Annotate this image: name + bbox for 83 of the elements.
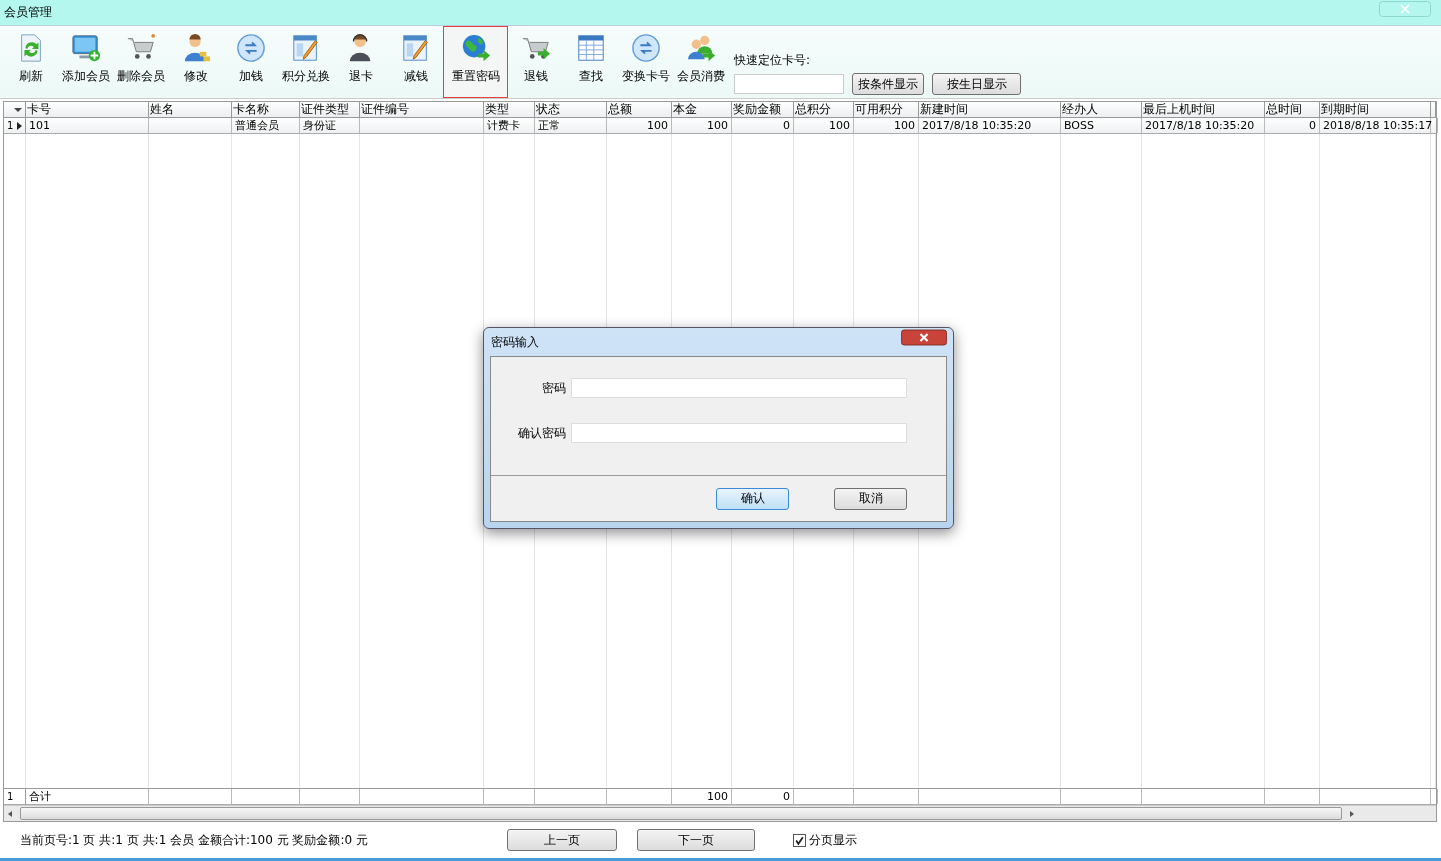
table-cell: 身份证 bbox=[303, 119, 336, 132]
table-cell: 100 bbox=[894, 119, 915, 132]
column-header[interactable]: 新建时间 bbox=[919, 102, 1061, 118]
cycle-arrows-icon bbox=[235, 33, 266, 63]
dialog-button[interactable]: 确认 bbox=[716, 487, 789, 510]
column-header[interactable]: 经办人 bbox=[1061, 102, 1142, 118]
page-button[interactable]: 上一页 bbox=[507, 829, 617, 851]
toolbar-button[interactable]: 减钱 bbox=[388, 26, 443, 98]
column-header[interactable]: 到期时间 bbox=[1320, 102, 1431, 118]
column-header[interactable]: 证件编号 bbox=[360, 102, 484, 118]
column-header[interactable]: 可用积分 bbox=[854, 102, 919, 118]
column-header[interactable]: 总额 bbox=[607, 102, 672, 118]
table-cell: 0 bbox=[783, 790, 790, 803]
toolbar-button[interactable]: 加钱 bbox=[223, 26, 278, 98]
scroll-left-icon[interactable] bbox=[8, 810, 12, 817]
dialog-title: 密码输入 bbox=[491, 333, 539, 351]
toolbar-button[interactable]: 修改 bbox=[168, 26, 223, 98]
form-pencil-icon bbox=[290, 33, 321, 63]
row-number: 1 bbox=[7, 120, 14, 131]
card-number-field[interactable] bbox=[734, 74, 844, 94]
column-header[interactable]: 总积分 bbox=[794, 102, 854, 118]
people-arrow-icon bbox=[685, 33, 716, 63]
column-header[interactable]: 状态 bbox=[535, 102, 607, 118]
toolbar-button[interactable]: 会员消费 bbox=[673, 26, 728, 98]
form-pencil-icon bbox=[400, 33, 431, 63]
status-summary: 当前页号:1 页 共:1 页 共:1 会员 金额合计:100 元 奖励金额:0 元 bbox=[20, 831, 369, 849]
scroll-right-icon[interactable] bbox=[1350, 810, 1354, 817]
toolbar-button[interactable]: 积分兑换 bbox=[278, 26, 333, 98]
column-header[interactable]: 姓名 bbox=[149, 102, 232, 118]
toolbar-button[interactable]: 添加会员 bbox=[58, 26, 113, 98]
toolbar-button[interactable]: 删除会员 bbox=[113, 26, 168, 98]
window-title: 会员管理 bbox=[4, 4, 52, 21]
column-header[interactable]: 卡号 bbox=[26, 102, 149, 118]
dropdown-arrow-icon bbox=[14, 107, 22, 112]
checkbox[interactable] bbox=[793, 833, 806, 847]
table-grid-icon bbox=[575, 33, 606, 63]
table-cell: 普通会员 bbox=[235, 119, 279, 132]
column-header[interactable]: 总时间 bbox=[1265, 102, 1320, 118]
close-icon[interactable] bbox=[901, 328, 947, 346]
table-cell: BOSS bbox=[1064, 119, 1094, 132]
monitor-plus-icon bbox=[70, 33, 101, 63]
toolbar-button[interactable]: 查找 bbox=[563, 26, 618, 98]
table-cell: 计费卡 bbox=[487, 119, 520, 132]
table-cell: 100 bbox=[707, 119, 728, 132]
column-header[interactable]: 本金 bbox=[672, 102, 732, 118]
table-cell: 2017/8/18 10:35:20 bbox=[922, 119, 1032, 132]
toolbar-button[interactable]: 退钱 bbox=[508, 26, 563, 98]
scroll-thumb[interactable] bbox=[20, 807, 1342, 820]
quick-search-label: 快速定位卡号: bbox=[734, 52, 812, 69]
field-label: 密码 bbox=[541, 379, 567, 397]
filter-button[interactable]: 按条件显示 bbox=[852, 73, 924, 95]
corner-header-cell[interactable] bbox=[4, 102, 26, 118]
toolbar-button[interactable]: 退卡 bbox=[333, 26, 388, 98]
toolbar-button[interactable]: 刷新 bbox=[3, 26, 58, 98]
table-cell: 101 bbox=[29, 119, 50, 132]
table-cell: 0 bbox=[783, 119, 790, 132]
column-header[interactable]: 证件类型 bbox=[300, 102, 360, 118]
row-number: 1 bbox=[7, 791, 14, 802]
table-cell: 100 bbox=[829, 119, 850, 132]
table-cell: 100 bbox=[647, 119, 668, 132]
paging-checkbox[interactable]: 分页显示 bbox=[793, 831, 857, 849]
dialog-button[interactable]: 取消 bbox=[834, 487, 907, 510]
table-cell: 100 bbox=[707, 790, 728, 803]
globe-arrow-icon bbox=[460, 33, 491, 63]
toolbar-button[interactable]: 变换卡号 bbox=[618, 26, 673, 98]
table-cell: 2017/8/18 10:35:20 bbox=[1145, 119, 1255, 132]
horizontal-scrollbar[interactable] bbox=[4, 805, 1436, 821]
toolbar-button[interactable]: 重置密码 bbox=[443, 26, 508, 98]
table-cell: 合计 bbox=[29, 790, 51, 803]
cycle-arrows-icon bbox=[630, 33, 661, 63]
page-button[interactable]: 下一页 bbox=[637, 829, 755, 851]
table-cell: 正常 bbox=[538, 119, 560, 132]
table-cell: 2018/8/18 10:35:17 bbox=[1323, 119, 1433, 132]
column-header[interactable]: 最后上机时间 bbox=[1142, 102, 1265, 118]
password-field[interactable] bbox=[571, 378, 907, 398]
column-header[interactable]: 奖励金额 bbox=[732, 102, 794, 118]
password-field[interactable] bbox=[571, 423, 907, 443]
row-header[interactable]: 1 bbox=[4, 118, 26, 133]
field-label: 确认密码 bbox=[517, 424, 567, 442]
filter-button[interactable]: 按生日显示 bbox=[932, 73, 1021, 95]
table-cell: 0 bbox=[1309, 119, 1316, 132]
column-header[interactable]: 类型 bbox=[484, 102, 535, 118]
column-header[interactable]: 卡名称 bbox=[232, 102, 300, 118]
